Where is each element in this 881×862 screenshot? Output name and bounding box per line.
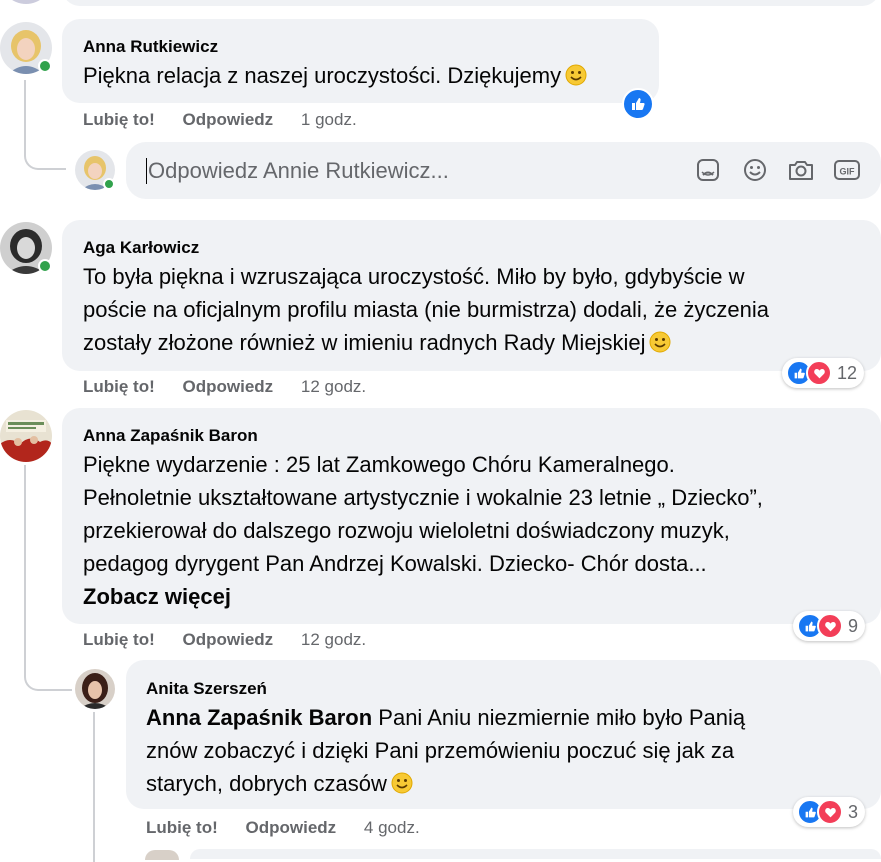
comment-actions: Lubię to! Odpowiedz 12 godz.	[83, 377, 366, 397]
reply-text-line: znów zobaczyć i dzięki Pani przemówieniu…	[146, 738, 735, 763]
comment-author[interactable]: Anna Rutkiewicz	[83, 37, 218, 57]
reply-text-line: starych, dobrych czasów	[146, 767, 413, 800]
thread-connector-line	[24, 80, 66, 170]
composer-online-dot	[103, 178, 115, 190]
reply-actions: Lubię to! Odpowiedz 4 godz.	[146, 818, 420, 838]
reply-link[interactable]: Odpowiedz	[183, 630, 274, 649]
comment-text-line: Pełnoletnie ukształtowane artystycznie i…	[83, 485, 763, 510]
like-link[interactable]: Lubię to!	[83, 377, 155, 396]
comment-text-line: To była piękna i wzruszająca uroczystość…	[83, 264, 745, 289]
love-reaction-icon	[806, 360, 832, 386]
thread-connector-line	[24, 465, 72, 691]
comment-text-line: poście na oficjalnym profilu miasta (nie…	[83, 297, 769, 322]
reply-link[interactable]: Odpowiedz	[183, 377, 274, 396]
like-link[interactable]: Lubię to!	[83, 630, 155, 649]
reaction-summary[interactable]: 12	[782, 358, 865, 388]
comment-author[interactable]: Anna Zapaśnik Baron	[83, 426, 258, 446]
reply-link[interactable]: Odpowiedz	[183, 110, 274, 129]
smile-emoji-icon	[391, 772, 413, 794]
comment-text-line: zostały złożone również w imieniu radnyc…	[83, 326, 671, 359]
comment-timestamp[interactable]: 12 godz.	[301, 630, 366, 649]
smile-emoji-icon	[565, 64, 587, 86]
see-more-link[interactable]: Zobacz więcej	[83, 580, 231, 613]
mention-link[interactable]: Anna Zapaśnik Baron	[146, 705, 372, 730]
online-status-dot	[38, 59, 52, 73]
comment-text-line: Piękne wydarzenie : 25 lat Zamkowego Chó…	[83, 452, 675, 477]
like-reaction-icon[interactable]	[622, 88, 654, 120]
svg-text:GIF: GIF	[840, 167, 856, 177]
reaction-count: 12	[837, 362, 858, 383]
gif-icon[interactable]: GIF	[833, 156, 861, 184]
next-avatar	[145, 850, 179, 860]
comment-actions: Lubię to! Odpowiedz 1 godz.	[83, 110, 357, 130]
previous-avatar	[0, 0, 52, 4]
reply-timestamp[interactable]: 4 godz.	[364, 818, 420, 837]
comment-text-line: przekierował do dalszego rozwoju wielole…	[83, 518, 730, 543]
reply-link[interactable]: Odpowiedz	[246, 818, 337, 837]
reply-text-line: Anna Zapaśnik Baron Pani Aniu niezmierni…	[146, 705, 746, 730]
reaction-count: 3	[848, 801, 859, 822]
smile-emoji-icon	[649, 331, 671, 353]
text-caret	[146, 158, 147, 184]
comment-author[interactable]: Aga Karłowicz	[83, 238, 199, 258]
comment-text: Piękna relacja z naszej uroczystości. Dz…	[83, 59, 587, 92]
online-status-dot	[38, 259, 52, 273]
comment-timestamp[interactable]: 12 godz.	[301, 377, 366, 396]
reply-input-placeholder[interactable]: Odpowiedz Annie Rutkiewicz...	[148, 158, 449, 184]
avatar-anna-zapasnik-baron[interactable]	[0, 410, 52, 462]
comment-text-line: pedagog dyrygent Pan Andrzej Kowalski. D…	[83, 551, 707, 576]
avatar-anita-szerszen[interactable]	[75, 669, 115, 709]
love-reaction-icon	[817, 613, 843, 639]
camera-icon[interactable]	[787, 156, 815, 184]
love-reaction-icon	[817, 799, 843, 825]
reaction-summary[interactable]: 9	[793, 611, 866, 641]
comment-timestamp[interactable]: 1 godz.	[301, 110, 357, 129]
emoji-icon[interactable]	[741, 156, 769, 184]
like-link[interactable]: Lubię to!	[83, 110, 155, 129]
reply-thread-line	[93, 712, 95, 862]
reaction-count: 9	[848, 615, 859, 636]
previous-comment-bubble	[62, 0, 880, 6]
like-link[interactable]: Lubię to!	[146, 818, 218, 837]
comment-actions: Lubię to! Odpowiedz 12 godz.	[83, 630, 366, 650]
reply-author[interactable]: Anita Szerszeń	[146, 679, 267, 699]
reaction-summary[interactable]: 3	[793, 797, 866, 827]
next-bubble	[190, 849, 881, 859]
sticker-icon[interactable]	[694, 156, 722, 184]
